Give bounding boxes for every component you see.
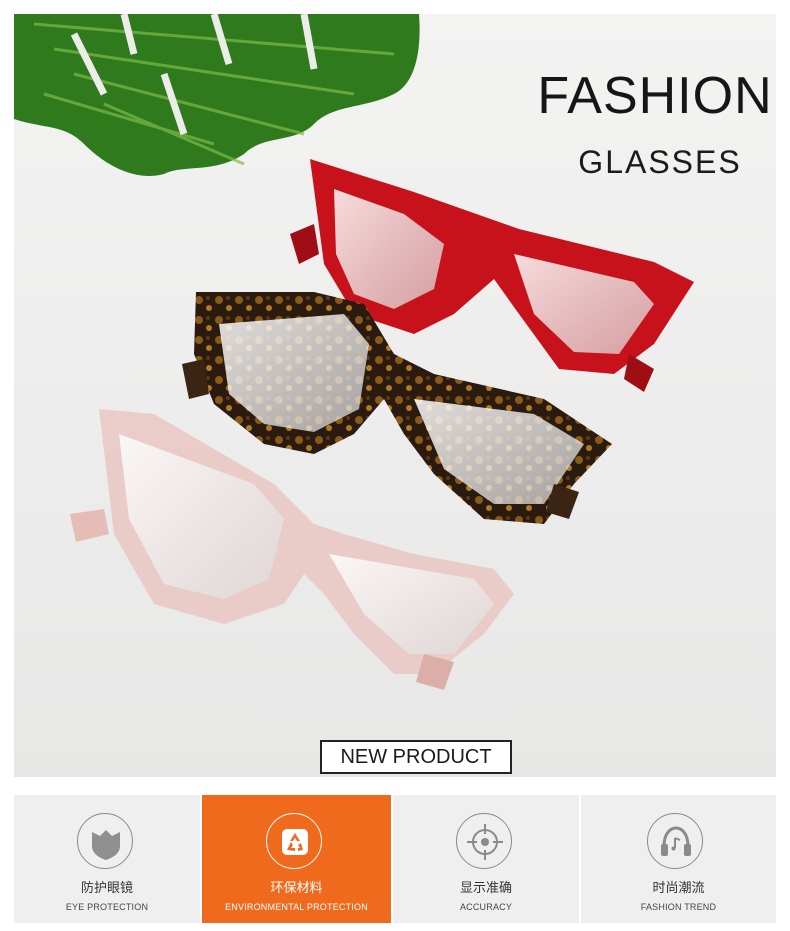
glasses-illustration: [70, 159, 694, 690]
new-product-badge: NEW PRODUCT: [320, 740, 512, 774]
feature-strip: 防护眼镜 EYE PROTECTION 环保材料 ENVIRONMENTAL P…: [14, 795, 776, 923]
feature-label-en: ACCURACY: [459, 902, 513, 912]
feature-accuracy: 显示准确 ACCURACY: [393, 795, 579, 923]
feature-label-en: ENVIRONMENTAL PROTECTION: [225, 902, 368, 912]
feature-label-en: EYE PROTECTION: [65, 902, 149, 912]
feature-label-cn: 显示准确: [459, 880, 512, 895]
feature-label-en: FASHION TREND: [640, 902, 717, 912]
shield-icon: [77, 813, 133, 869]
headphones-icon: [647, 813, 703, 869]
feature-label-cn: 环保材料: [270, 880, 323, 895]
feature-environmental-protection: 环保材料 ENVIRONMENTAL PROTECTION: [202, 795, 391, 923]
crosshair-icon: [456, 813, 512, 869]
feature-eye-protection: 防护眼镜 EYE PROTECTION: [14, 795, 200, 923]
feature-fashion-trend: 时尚潮流 FASHION TREND: [581, 795, 776, 923]
feature-label-cn: 时尚潮流: [652, 880, 705, 895]
feature-label-cn: 防护眼镜: [80, 880, 133, 895]
product-hero: FASHION GLASSES NEW PRODUCT: [14, 14, 776, 777]
recycle-icon: [266, 813, 322, 869]
